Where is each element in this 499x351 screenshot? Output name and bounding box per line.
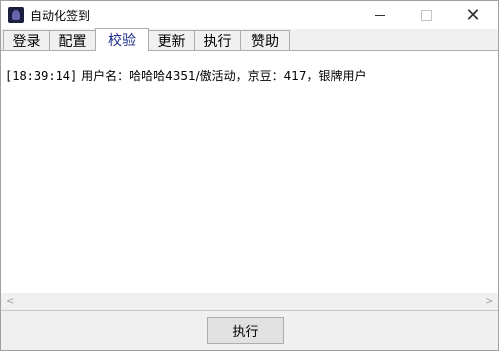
run-button[interactable]: 执行 bbox=[207, 317, 284, 344]
scroll-left-icon[interactable]: < bbox=[6, 296, 14, 307]
tab-verify[interactable]: 校验 bbox=[95, 28, 149, 51]
app-window: 自动化签到 ✕ 登录 配置 校验 更新 执行 赞助 [18:39:14] 用户名… bbox=[0, 0, 499, 351]
tab-update[interactable]: 更新 bbox=[148, 30, 195, 50]
close-button[interactable]: ✕ bbox=[450, 1, 496, 29]
tab-sponsor[interactable]: 赞助 bbox=[240, 30, 290, 50]
log-panel[interactable]: [18:39:14] 用户名：哈哈哈4351/傲活动，京豆：417，银牌用户 bbox=[1, 51, 498, 309]
window-title: 自动化签到 bbox=[30, 9, 91, 23]
log-message: 用户名：哈哈哈4351/傲活动，京豆：417，银牌用户 bbox=[77, 69, 367, 83]
close-icon: ✕ bbox=[465, 4, 481, 26]
tab-execute[interactable]: 执行 bbox=[194, 30, 241, 50]
maximize-icon bbox=[420, 9, 432, 21]
tab-login[interactable]: 登录 bbox=[3, 30, 50, 50]
app-icon bbox=[8, 7, 24, 23]
log-entry: [18:39:14] 用户名：哈哈哈4351/傲活动，京豆：417，银牌用户 bbox=[5, 67, 367, 84]
footer-divider bbox=[1, 310, 498, 311]
scroll-right-icon[interactable]: > bbox=[485, 296, 493, 307]
tab-bar: 登录 配置 校验 更新 执行 赞助 bbox=[3, 28, 290, 51]
tab-config[interactable]: 配置 bbox=[49, 30, 96, 50]
horizontal-scrollbar[interactable]: < > bbox=[1, 293, 498, 310]
title-bar[interactable]: 自动化签到 ✕ bbox=[1, 1, 498, 29]
minimize-icon bbox=[375, 14, 385, 16]
log-timestamp: [18:39:14] bbox=[5, 69, 78, 83]
maximize-button[interactable] bbox=[403, 1, 449, 29]
minimize-button[interactable] bbox=[357, 1, 403, 29]
